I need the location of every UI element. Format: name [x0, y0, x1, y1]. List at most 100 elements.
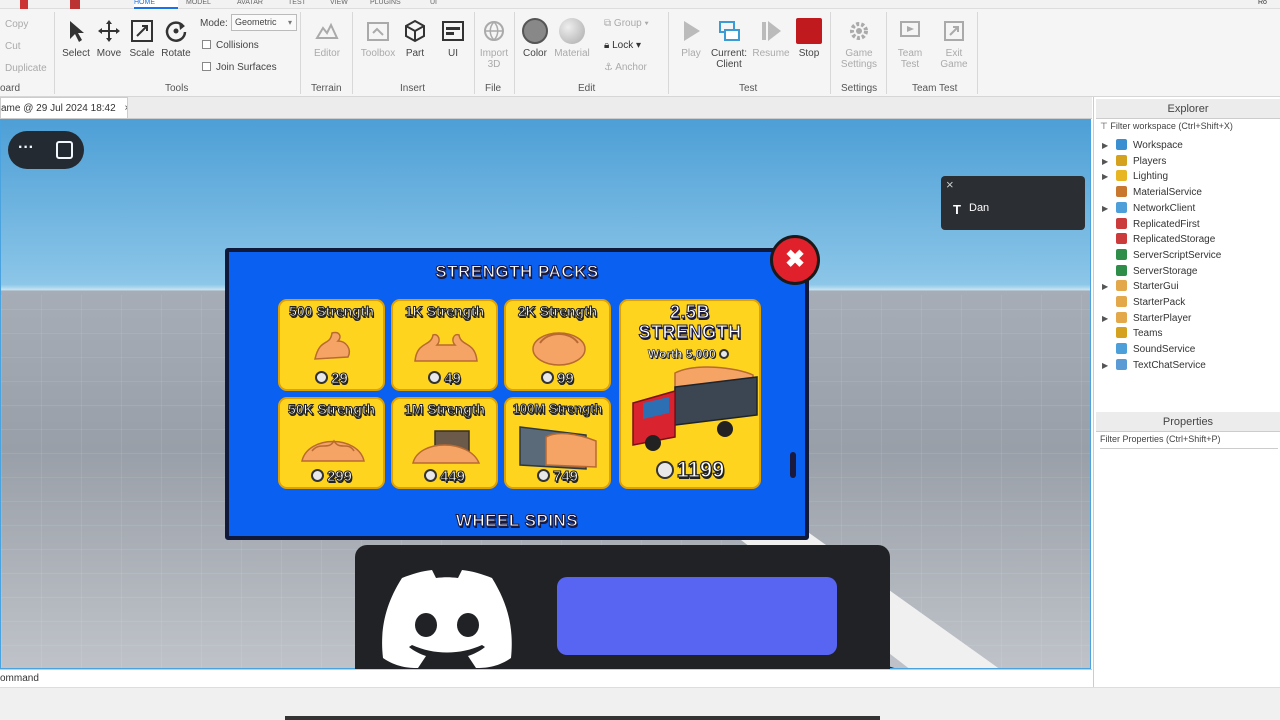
team-test-button[interactable]: Team Test: [888, 18, 932, 70]
current-label: Current:: [710, 48, 748, 59]
close-tab-icon[interactable]: ×: [124, 103, 127, 114]
robux-icon: [310, 469, 324, 482]
pack-card[interactable]: 500 Strength 29: [278, 299, 385, 391]
tab-avatar[interactable]: AVATAR: [237, 0, 275, 9]
stop-button[interactable]: Stop: [787, 18, 831, 59]
pack-card[interactable]: 1K Strength 49: [391, 299, 498, 391]
pack-label: 500 Strength: [289, 303, 375, 320]
corner-label: Ro: [1258, 0, 1267, 6]
robux-icon: [536, 469, 550, 482]
explorer-filter[interactable]: ⊤ Filter workspace (Ctrl+Shift+X): [1100, 121, 1233, 132]
expand-arrow-icon[interactable]: ▶: [1102, 311, 1116, 326]
ui-window-icon: [442, 21, 464, 41]
tab-home[interactable]: HOME: [134, 0, 178, 9]
game-settings-button[interactable]: Game Settings: [837, 18, 881, 70]
join-surfaces-checkbox[interactable]: Join Surfaces: [202, 62, 277, 73]
play-label: Play: [681, 48, 701, 59]
featured-pack-card[interactable]: 2.5B STRENGTH Worth 5,000 1199: [619, 299, 761, 489]
tab-model[interactable]: MODEL: [186, 0, 222, 9]
tab-test[interactable]: TEST: [288, 0, 312, 9]
explorer-item[interactable]: ServerScriptService: [1102, 248, 1221, 263]
panel-scrollbar[interactable]: [790, 452, 796, 478]
tab-plugins[interactable]: PLUGINS: [370, 0, 412, 9]
explorer-item[interactable]: ▶ StarterPlayer: [1102, 311, 1191, 326]
separator: [352, 12, 353, 94]
expand-arrow-icon[interactable]: ▶: [1102, 138, 1116, 153]
current-client-button[interactable]: Current: Client: [707, 18, 751, 70]
explorer-item[interactable]: SoundService: [1102, 342, 1195, 357]
pack-price: 29: [280, 370, 383, 388]
anchor-button[interactable]: ⚓︎ Anchor: [604, 62, 647, 73]
pack-card[interactable]: 2K Strength 99: [504, 299, 611, 391]
cut-button[interactable]: Cut: [5, 41, 21, 52]
more-menu-icon[interactable]: ···: [18, 140, 34, 156]
featured-amount: 2.5B: [669, 302, 711, 322]
terrain-editor-button[interactable]: Editor: [305, 18, 349, 59]
collisions-label: Collisions: [216, 40, 259, 51]
service-icon: [1116, 358, 1127, 370]
properties-filter-text: Filter Properties (Ctrl+Shift+P): [1100, 434, 1221, 444]
service-icon: [1116, 311, 1127, 323]
expand-arrow-icon[interactable]: ▶: [1102, 358, 1116, 373]
explorer-item[interactable]: ▶ Players: [1102, 154, 1166, 169]
close-icon[interactable]: ×: [946, 177, 954, 192]
explorer-title: Explorer: [1096, 99, 1280, 119]
chat-log-icon[interactable]: [56, 141, 73, 159]
mode-dropdown[interactable]: Geometric ▾: [231, 14, 297, 31]
expand-arrow-icon[interactable]: ▶: [1102, 201, 1116, 216]
discord-join-button[interactable]: [557, 577, 837, 655]
expand-arrow-icon[interactable]: ▶: [1102, 279, 1116, 294]
explorer-item-label: StarterPack: [1133, 297, 1186, 308]
robux-icon: [423, 469, 437, 482]
duplicate-button[interactable]: Duplicate: [5, 63, 47, 74]
command-label: ommand: [0, 673, 39, 684]
explorer-item[interactable]: ▶ Lighting: [1102, 169, 1168, 184]
rotate-tool-button[interactable]: Rotate: [154, 18, 198, 59]
video-progress-bar: [285, 716, 880, 720]
explorer-item[interactable]: ReplicatedStorage: [1102, 232, 1215, 247]
group-file: File: [485, 83, 502, 94]
ui-label: UI: [448, 48, 458, 59]
material-button[interactable]: Material: [550, 18, 594, 59]
explorer-item-label: Lighting: [1133, 171, 1169, 183]
part-cube-icon: [405, 19, 425, 43]
command-bar[interactable]: ommand: [0, 669, 1092, 687]
pack-price-value: 449: [439, 468, 466, 486]
lock-button[interactable]: 🔒︎ Lock ▾: [604, 40, 641, 51]
pack-card[interactable]: 50K Strength 299: [278, 397, 385, 489]
collisions-checkbox[interactable]: Collisions: [202, 40, 259, 51]
explorer-item[interactable]: ▶ TextChatService: [1102, 358, 1206, 373]
properties-filter[interactable]: Filter Properties (Ctrl+Shift+P): [1100, 434, 1278, 449]
tab-ui[interactable]: UI: [430, 0, 444, 9]
explorer-item[interactable]: ▶ Workspace: [1102, 138, 1183, 153]
explorer-item[interactable]: ▶ StarterGui: [1102, 279, 1179, 294]
exit-label: Exit: [945, 48, 963, 59]
explorer-item[interactable]: Teams: [1102, 326, 1162, 341]
explorer-item[interactable]: MaterialService: [1102, 185, 1202, 200]
explorer-item[interactable]: ServerStorage: [1102, 264, 1197, 279]
robux-icon: [719, 349, 730, 359]
ui-button[interactable]: UI: [431, 18, 475, 59]
copy-button[interactable]: Copy: [5, 19, 28, 30]
material-sphere-icon: [559, 18, 585, 44]
pack-card[interactable]: 1M Strength 449: [391, 397, 498, 489]
expand-arrow-icon[interactable]: ▶: [1102, 154, 1116, 169]
editor-label: Editor: [313, 48, 341, 59]
roblox-top-menu[interactable]: ···: [8, 131, 84, 169]
pack-card[interactable]: 100M Strength 749: [504, 397, 611, 489]
exit-game-button[interactable]: Exit Game: [932, 18, 976, 70]
import-3d-button[interactable]: Import 3D: [472, 18, 516, 70]
document-tab[interactable]: ame @ 29 Jul 2024 18:42 ×: [0, 97, 128, 118]
join-surfaces-label: Join Surfaces: [216, 62, 277, 73]
rotate-icon: [165, 21, 187, 42]
expand-arrow-icon[interactable]: ▶: [1102, 169, 1116, 184]
explorer-item[interactable]: ▶ NetworkClient: [1102, 201, 1195, 216]
robux-icon: [315, 371, 329, 384]
explorer-item[interactable]: ReplicatedFirst: [1102, 217, 1200, 232]
group-button[interactable]: ⧉ Group ▾: [604, 18, 649, 29]
explorer-item[interactable]: StarterPack: [1102, 295, 1185, 310]
client-label: Client: [716, 59, 742, 70]
explorer-item-label: ServerStorage: [1133, 265, 1198, 277]
close-button[interactable]: ✖: [770, 235, 820, 285]
tab-view[interactable]: VIEW: [330, 0, 356, 9]
